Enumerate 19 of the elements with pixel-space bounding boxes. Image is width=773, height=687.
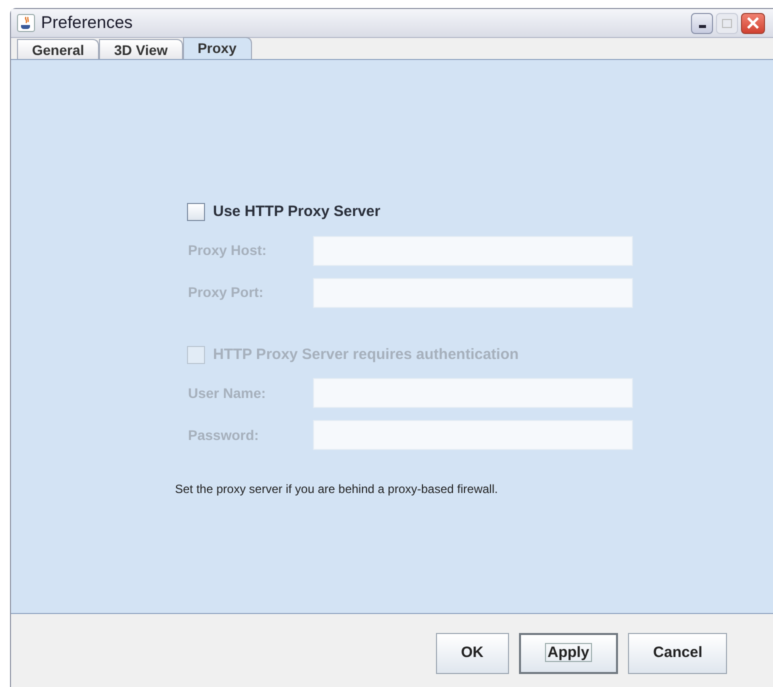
dialog-button[interactable]: OK	[436, 633, 508, 674]
tab[interactable]: Proxy	[182, 37, 252, 59]
dialog-button[interactable]: Apply	[518, 633, 618, 674]
field-label: Proxy Host:	[188, 241, 268, 260]
close-icon	[747, 17, 759, 29]
window-title: Preferences	[41, 12, 133, 34]
cup-icon	[17, 14, 35, 32]
field-label: User Name:	[188, 384, 267, 402]
minimize-button[interactable]	[691, 12, 713, 34]
close-button[interactable]	[741, 12, 765, 34]
checkbox-label: Use HTTP Proxy Server	[213, 202, 380, 222]
tab[interactable]: General	[17, 39, 100, 59]
field-label: Password:	[188, 426, 260, 444]
checkbox[interactable]	[187, 203, 205, 222]
hint-text: Set the proxy server if you are behind a proxy-based firewall.	[175, 481, 499, 498]
checkbox-label: HTTP Proxy Server requires authentication	[213, 344, 519, 364]
dialog-button[interactable]: Cancel	[628, 633, 728, 674]
field-label: Proxy Port:	[188, 283, 264, 302]
tab[interactable]: 3D View	[99, 39, 183, 59]
